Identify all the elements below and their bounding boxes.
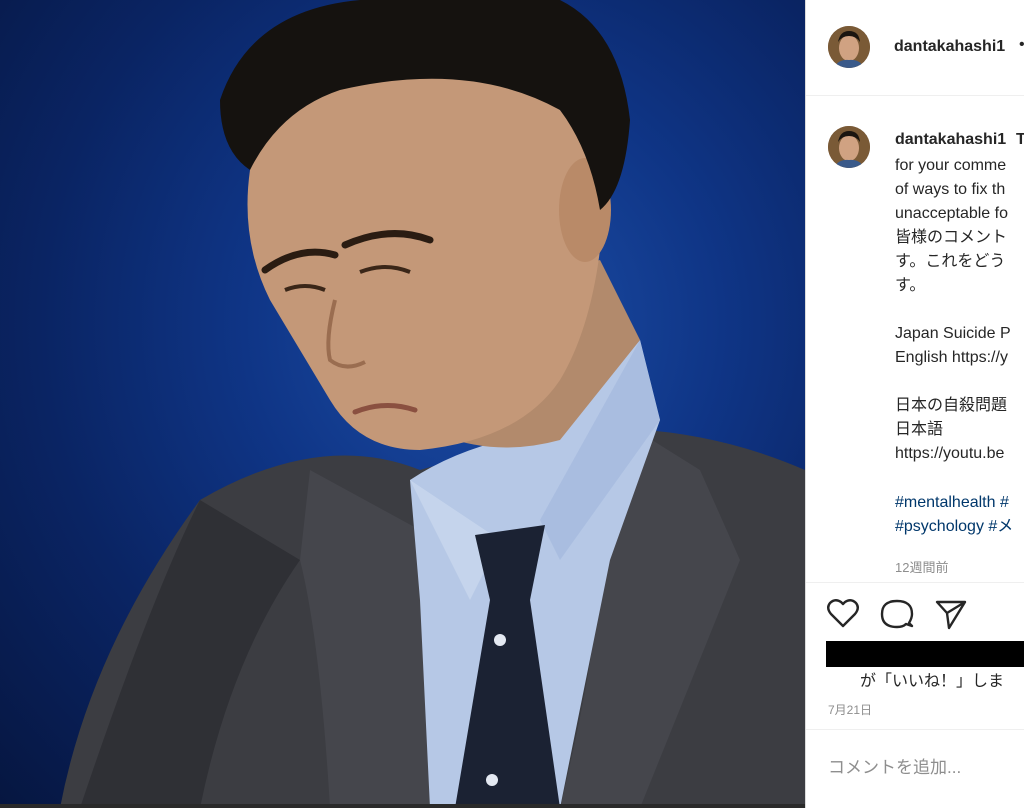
likes-text[interactable]: が「いいね！」しま <box>860 667 1004 691</box>
caption-line: Japan Suicide P <box>895 325 1011 342</box>
paper-plane-icon[interactable] <box>934 597 968 631</box>
caption-link-line[interactable]: English https://y <box>895 348 1008 368</box>
header-separator-dot: • <box>1019 36 1024 54</box>
caption-username[interactable]: dantakahashi1 <box>895 131 1006 149</box>
caption-line: 日本の自殺問題 <box>895 397 1008 414</box>
redacted-likers <box>826 641 1024 667</box>
post-header: dantakahashi1 • <box>806 0 1024 96</box>
caption-line: unacceptable fo <box>895 205 1008 222</box>
avatar-image <box>828 26 870 68</box>
comment-row <box>806 729 1024 808</box>
caption-line: す。これをどう <box>895 253 1006 270</box>
caption-line: for your comme <box>895 157 1007 174</box>
hashtag-line[interactable]: #mentalhealth # <box>895 493 1009 513</box>
post-photo <box>0 0 805 808</box>
caption-link-line[interactable]: https://youtu.be <box>895 444 1004 464</box>
caption-line: 皆様のコメント <box>895 229 1008 246</box>
comment-bubble-icon[interactable] <box>880 597 914 631</box>
heart-icon[interactable] <box>826 597 860 631</box>
caption-avatar-image <box>828 126 870 168</box>
caption-block: dantakahashi1 T for your comme of ways t… <box>806 96 1024 582</box>
comment-input[interactable] <box>826 754 1024 782</box>
avatar[interactable] <box>828 26 870 68</box>
header-username[interactable]: dantakahashi1 <box>894 38 1005 56</box>
post-actions: が「いいね！」しま 7月21日 <box>806 582 1024 808</box>
caption-avatar[interactable] <box>828 126 870 168</box>
caption-line: す。 <box>895 277 926 294</box>
portrait-illustration <box>60 0 805 808</box>
caption-time-ago[interactable]: 12週間前 <box>895 557 948 576</box>
caption-line: of ways to fix th <box>895 181 1006 198</box>
caption-line: 日本語 <box>895 421 944 438</box>
hashtag-line[interactable]: #psychology #メ <box>895 517 1013 537</box>
photo-bottom-edge <box>0 804 805 808</box>
caption-continuation: T <box>1016 131 1024 149</box>
post-side-panel: dantakahashi1 • dantakahashi1 T for your… <box>805 0 1024 808</box>
post-date[interactable]: 7月21日 <box>828 701 872 718</box>
